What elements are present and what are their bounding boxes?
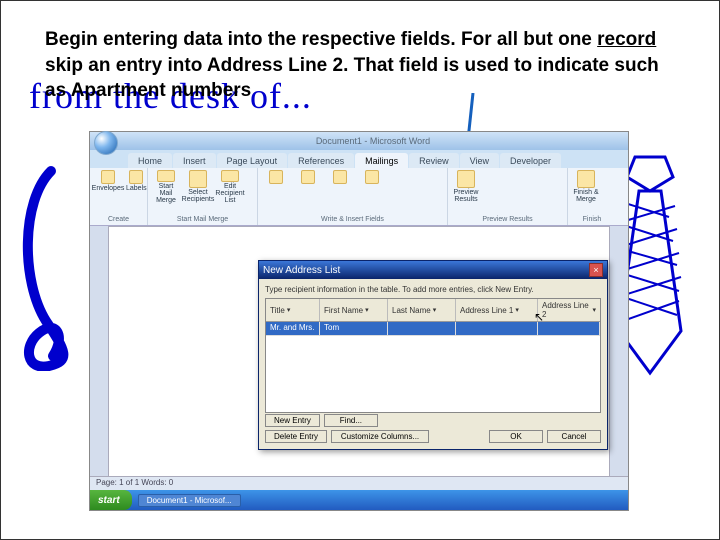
office-button[interactable] (94, 131, 118, 155)
taskbar-word[interactable]: Document1 - Microsof... (138, 494, 241, 507)
btn-finish[interactable]: Finish & Merge (572, 170, 600, 204)
tab-mailings[interactable]: Mailings (355, 153, 408, 168)
word-record: record (597, 29, 656, 50)
btn-envelopes[interactable]: Envelopes (94, 170, 122, 204)
dialog-titlebar: New Address List × (259, 261, 607, 279)
btn-insert-field[interactable] (358, 170, 386, 204)
tab-developer[interactable]: Developer (500, 153, 561, 168)
tab-insert[interactable]: Insert (173, 153, 216, 168)
new-address-list-dialog: New Address List × Type recipient inform… (258, 260, 608, 450)
group-preview: Preview Results (452, 216, 563, 223)
word-statusbar: Page: 1 of 1 Words: 0 (90, 476, 628, 490)
ribbon-tabs: Home Insert Page Layout References Maili… (90, 150, 628, 168)
btn-start-merge[interactable]: Start Mail Merge (152, 170, 180, 204)
group-finish: Finish (572, 216, 612, 223)
btn-select-recipients[interactable]: Select Recipients (184, 170, 212, 204)
cell-first: Tom (320, 322, 388, 335)
btn-delete-entry[interactable]: Delete Entry (265, 430, 327, 443)
grid-header: Title▾ First Name▾ Last Name▾ Address Li… (266, 299, 600, 322)
group-create: Create (94, 216, 143, 223)
windows-taskbar: start Document1 - Microsof... (90, 490, 628, 510)
start-button[interactable]: start (90, 490, 132, 510)
group-start: Start Mail Merge (152, 216, 253, 223)
chevron-down-icon: ▾ (287, 306, 291, 314)
btn-greeting[interactable] (326, 170, 354, 204)
recipient-grid[interactable]: Title▾ First Name▾ Last Name▾ Address Li… (265, 298, 601, 413)
btn-find[interactable]: Find... (324, 414, 378, 427)
btn-address-block[interactable] (294, 170, 322, 204)
btn-ok[interactable]: OK (489, 430, 543, 443)
word-screenshot: Document1 - Microsoft Word Home Insert P… (89, 131, 629, 511)
close-icon[interactable]: × (589, 263, 603, 277)
btn-preview[interactable]: Preview Results (452, 170, 480, 204)
cell-title: Mr. and Mrs. (266, 322, 320, 335)
btn-new-entry[interactable]: New Entry (265, 414, 320, 427)
btn-edit-recipients[interactable]: Edit Recipient List (216, 170, 244, 204)
btn-customize[interactable]: Customize Columns... (331, 430, 429, 443)
tab-page-layout[interactable]: Page Layout (217, 153, 288, 168)
word-titlebar: Document1 - Microsoft Word (90, 132, 628, 150)
btn-labels[interactable]: Labels (126, 170, 147, 204)
btn-cancel[interactable]: Cancel (547, 430, 601, 443)
grid-blank[interactable] (266, 336, 600, 412)
btn-highlight[interactable] (262, 170, 290, 204)
tab-home[interactable]: Home (128, 153, 172, 168)
slide: from the desk of... Begin entering data … (0, 0, 720, 540)
doodle-letter-l (11, 161, 81, 371)
group-write: Write & Insert Fields (262, 216, 443, 223)
instruction-text: Begin entering data into the respective … (45, 27, 675, 104)
dialog-title: New Address List (263, 265, 340, 276)
tab-review[interactable]: Review (409, 153, 459, 168)
word-title: Document1 - Microsoft Word (122, 136, 624, 146)
dialog-hint: Type recipient information in the table.… (265, 285, 601, 294)
tab-view[interactable]: View (460, 153, 499, 168)
grid-row-selected[interactable]: Mr. and Mrs. Tom (266, 322, 600, 336)
ribbon: Envelopes Labels Create Start Mail Merge… (90, 168, 628, 226)
tab-references[interactable]: References (288, 153, 354, 168)
